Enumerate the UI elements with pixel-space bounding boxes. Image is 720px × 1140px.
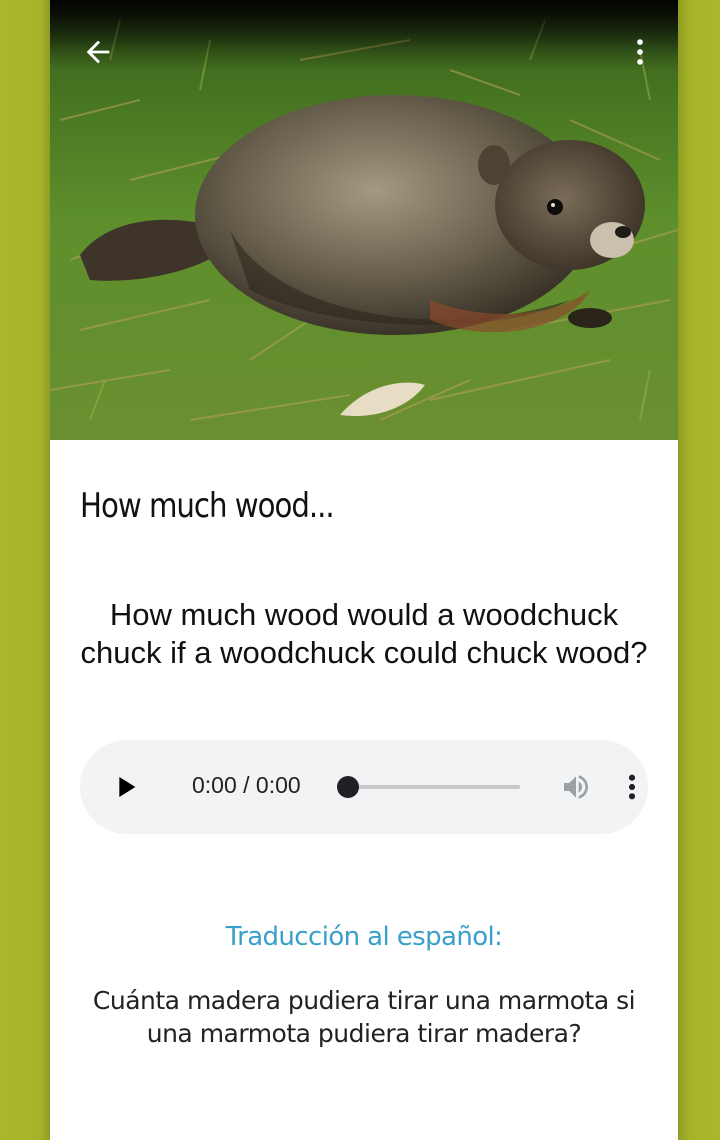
back-button[interactable] — [74, 28, 122, 76]
volume-icon — [564, 775, 588, 799]
arrow-back-icon — [86, 40, 110, 64]
phrase-text: How much wood would a woodchuck chuck if… — [80, 597, 648, 670]
audio-player: 0:00 / 0:00 — [80, 740, 648, 834]
translation-label: Traducción al español: — [225, 922, 503, 952]
progress-thumb[interactable] — [337, 776, 359, 798]
page-title: How much wood... — [80, 486, 335, 526]
play-button[interactable] — [110, 771, 142, 803]
time-display: 0:00 / 0:00 — [192, 772, 301, 798]
player-more-button[interactable] — [620, 771, 644, 803]
volume-button[interactable] — [560, 771, 592, 803]
more-vert-icon — [628, 774, 636, 800]
woodchuck-photo — [50, 0, 678, 440]
hero-image — [50, 0, 678, 440]
translation-text: Cuánta madera pudiera tirar una marmota … — [92, 986, 636, 1048]
content-card: How much wood... How much wood would a w… — [50, 0, 678, 1140]
progress-track[interactable] — [340, 785, 520, 789]
play-icon — [119, 777, 136, 797]
more-vert-icon — [637, 39, 643, 65]
overflow-menu-button[interactable] — [616, 28, 664, 76]
